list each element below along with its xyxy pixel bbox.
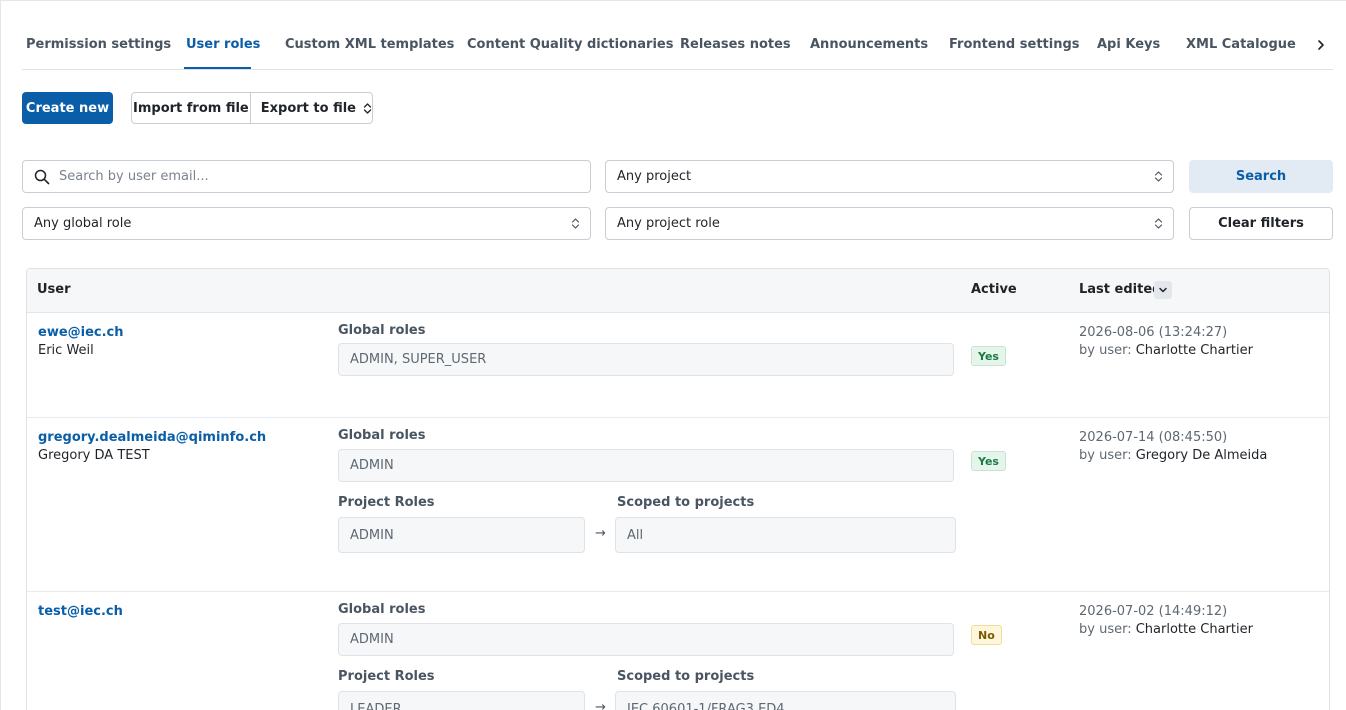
editor-name: Charlotte Chartier	[1135, 622, 1253, 637]
arrow-separator: →	[595, 526, 606, 541]
search-input[interactable]: Search by user email...	[22, 160, 591, 193]
create-new-button[interactable]: Create new	[22, 92, 113, 124]
edited-date: 2026-07-02 (14:49:12)	[1079, 604, 1228, 619]
project-role-field: LEADER	[338, 691, 585, 710]
by-user-label: by user:	[1079, 448, 1132, 463]
updown-icon	[363, 102, 372, 114]
project-roles-label: Project Roles	[338, 495, 435, 510]
import-label: Import from file	[133, 100, 249, 116]
tab-user-roles[interactable]: User roles	[186, 37, 260, 52]
tab-releases-notes[interactable]: Releases notes	[680, 37, 791, 52]
by-user-label: by user:	[1079, 622, 1132, 637]
status-badge: Yes	[971, 346, 1006, 366]
user-email-link[interactable]: ewe@iec.ch	[38, 325, 124, 340]
tab-api-keys[interactable]: Api Keys	[1097, 37, 1160, 52]
header-last-edited: Last edited	[1079, 282, 1162, 297]
user-roles-table: User Active Last edited ewe@iec.ch Eric …	[26, 268, 1330, 710]
settings-tabs: Permission settings User roles Custom XM…	[22, 28, 1333, 70]
scoped-projects-field: IEC 60601-1/FRAG3 ED4	[615, 691, 956, 710]
header-user: User	[37, 282, 71, 297]
clear-filters-button[interactable]: Clear filters	[1189, 207, 1333, 240]
sort-toggle[interactable]	[1154, 281, 1172, 299]
project-role-value: Any project role	[617, 216, 720, 231]
updown-icon	[571, 218, 580, 229]
updown-icon	[1154, 171, 1163, 182]
user-email-link[interactable]: gregory.dealmeida@qiminfo.ch	[38, 430, 266, 445]
search-button[interactable]: Search	[1189, 160, 1333, 193]
tab-permission-settings[interactable]: Permission settings	[26, 37, 171, 52]
global-role-select[interactable]: Any global role	[22, 207, 591, 240]
import-from-file-button[interactable]: Import from file	[132, 93, 251, 123]
global-role-value: Any global role	[34, 216, 132, 231]
global-roles-label: Global roles	[338, 428, 426, 443]
project-select-value: Any project	[617, 169, 692, 184]
search-icon	[34, 169, 50, 189]
arrow-separator: →	[595, 700, 606, 710]
tab-custom-xml-templates[interactable]: Custom XML templates	[285, 37, 454, 52]
updown-icon	[1154, 218, 1163, 229]
edited-by: by user: Gregory De Almeida	[1079, 448, 1267, 463]
user-email-link[interactable]: test@iec.ch	[38, 604, 123, 619]
status-badge: Yes	[971, 451, 1006, 471]
tab-content-quality-dictionaries[interactable]: Content Quality dictionaries	[467, 37, 673, 52]
edited-date: 2026-07-14 (08:45:50)	[1079, 430, 1228, 445]
project-role-field: ADMIN	[338, 517, 585, 553]
global-roles-label: Global roles	[338, 602, 426, 617]
edited-by: by user: Charlotte Chartier	[1079, 343, 1253, 358]
global-roles-field: ADMIN, SUPER_USER	[338, 343, 954, 376]
project-roles-label: Project Roles	[338, 669, 435, 684]
table-row: ewe@iec.ch Eric Weil Global roles ADMIN,…	[27, 313, 1329, 418]
tab-xml-catalogue[interactable]: XML Catalogue	[1186, 37, 1296, 52]
scoped-projects-label: Scoped to projects	[617, 495, 755, 510]
active-tab-indicator	[184, 67, 251, 69]
global-roles-label: Global roles	[338, 323, 426, 338]
export-label: Export to file	[260, 100, 356, 116]
global-roles-field: ADMIN	[338, 623, 954, 656]
tab-announcements[interactable]: Announcements	[810, 37, 928, 52]
project-select[interactable]: Any project	[605, 160, 1174, 193]
status-badge: No	[971, 625, 1002, 645]
by-user-label: by user:	[1079, 343, 1132, 358]
global-roles-field: ADMIN	[338, 449, 954, 482]
tab-frontend-settings[interactable]: Frontend settings	[949, 37, 1080, 52]
search-placeholder: Search by user email...	[59, 169, 209, 184]
edited-date: 2026-08-06 (13:24:27)	[1079, 325, 1228, 340]
export-to-file-button[interactable]: Export to file	[251, 93, 372, 123]
editor-name: Charlotte Chartier	[1135, 343, 1253, 358]
table-row: gregory.dealmeida@qiminfo.ch Gregory DA …	[27, 418, 1329, 592]
editor-name: Gregory De Almeida	[1135, 448, 1268, 463]
chevron-down-icon	[1159, 287, 1167, 293]
header-active: Active	[971, 282, 1017, 297]
table-header: User Active Last edited	[27, 269, 1329, 313]
file-button-group: Import from file Export to file	[131, 92, 373, 124]
table-row: test@iec.ch Global roles ADMIN Project R…	[27, 592, 1329, 710]
edited-by: by user: Charlotte Chartier	[1079, 622, 1253, 637]
scoped-projects-field: All	[615, 517, 956, 553]
project-role-select[interactable]: Any project role	[605, 207, 1174, 240]
scoped-projects-label: Scoped to projects	[617, 669, 755, 684]
user-name: Eric Weil	[38, 343, 94, 358]
chevron-right-icon[interactable]	[1313, 36, 1329, 54]
user-name: Gregory DA TEST	[38, 448, 150, 463]
